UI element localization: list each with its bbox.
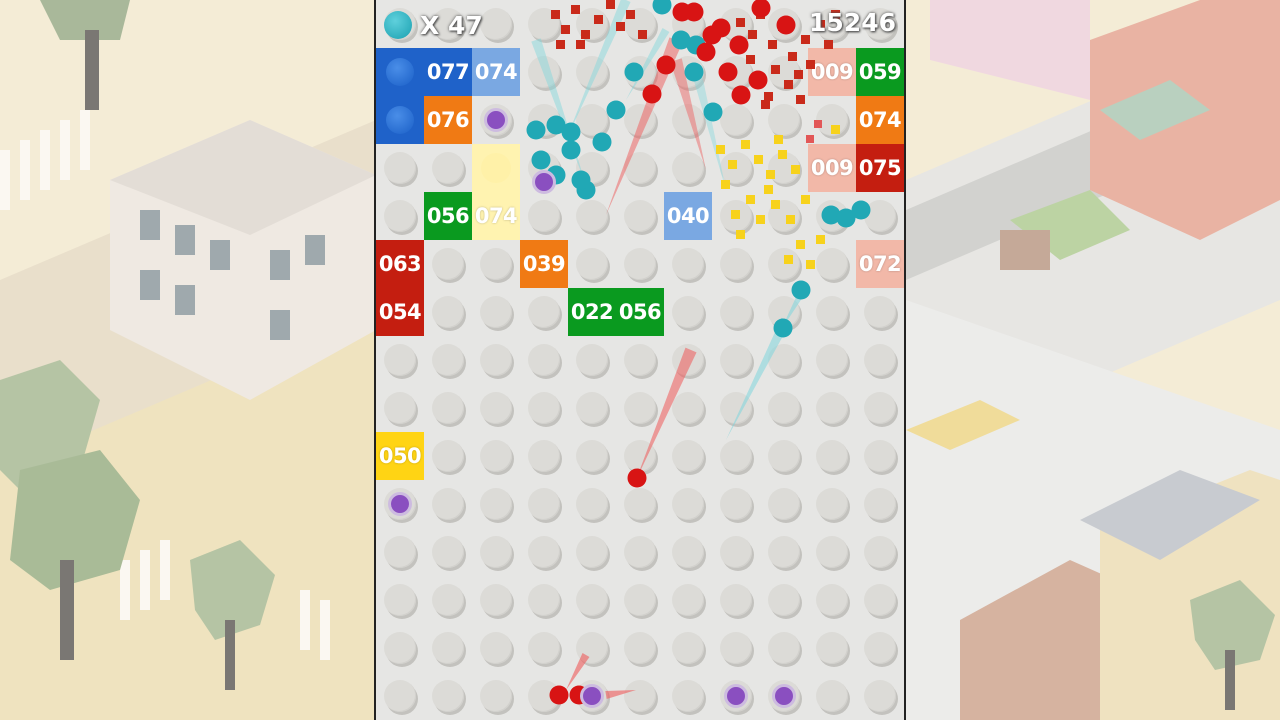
red-ball xyxy=(748,70,768,90)
ball-icon xyxy=(384,11,412,39)
extra-ball-blue-icon xyxy=(386,106,414,134)
purple-orb-icon xyxy=(388,492,412,516)
red-debris xyxy=(594,15,603,24)
teal-ball xyxy=(561,140,581,160)
red-debris xyxy=(571,5,580,14)
purple-orb-icon xyxy=(484,108,508,132)
yellow-debris xyxy=(766,170,775,179)
red-debris xyxy=(746,55,755,64)
teal-ball xyxy=(606,100,626,120)
red-debris xyxy=(551,10,560,19)
red-debris xyxy=(796,95,805,104)
yellow-debris xyxy=(746,195,755,204)
teal-ball xyxy=(684,62,704,82)
red-ball xyxy=(627,468,647,488)
ball-count-label: X 47 xyxy=(420,10,483,40)
red-debris xyxy=(638,30,647,39)
yellow-glow-orb-icon xyxy=(481,153,511,183)
purple-orb-icon xyxy=(724,684,748,708)
red-ball xyxy=(696,42,716,62)
teal-ball xyxy=(773,318,793,338)
yellow-debris xyxy=(784,255,793,264)
red-debris xyxy=(581,30,590,39)
red-ball xyxy=(751,0,771,18)
purple-orb-icon xyxy=(772,684,796,708)
red-ball xyxy=(729,35,749,55)
yellow-debris xyxy=(796,240,805,249)
ball-trail xyxy=(636,347,697,480)
teal-ball xyxy=(526,120,546,140)
red-debris xyxy=(806,135,814,143)
yellow-debris xyxy=(736,230,745,239)
yellow-debris xyxy=(731,210,740,219)
red-debris xyxy=(626,10,635,19)
teal-ball xyxy=(851,200,871,220)
red-ball xyxy=(731,85,751,105)
extra-ball-blue-icon xyxy=(386,58,414,86)
teal-ball xyxy=(791,280,811,300)
red-debris xyxy=(761,100,770,109)
red-ball xyxy=(684,2,704,22)
red-debris xyxy=(576,40,585,49)
red-debris xyxy=(736,18,745,27)
red-ball xyxy=(711,18,731,38)
teal-ball xyxy=(592,132,612,152)
yellow-debris xyxy=(778,150,787,159)
yellow-debris xyxy=(764,185,773,194)
purple-orb-icon xyxy=(580,684,604,708)
red-ball xyxy=(718,62,738,82)
red-debris xyxy=(794,70,803,79)
red-ball xyxy=(642,84,662,104)
red-ball xyxy=(549,685,569,705)
ball-trail xyxy=(605,690,636,699)
red-debris xyxy=(606,0,615,9)
score-display: 15246 xyxy=(809,8,896,37)
teal-ball xyxy=(652,0,672,15)
red-debris xyxy=(556,40,565,49)
teal-ball xyxy=(571,170,591,190)
red-ball xyxy=(656,55,676,75)
teal-ball xyxy=(561,122,581,142)
red-debris xyxy=(784,80,793,89)
yellow-debris xyxy=(756,215,765,224)
ball-trails xyxy=(526,0,871,705)
red-debris xyxy=(748,30,757,39)
yellow-debris xyxy=(774,135,783,144)
red-debris xyxy=(768,40,777,49)
yellow-debris xyxy=(716,145,725,154)
yellow-debris xyxy=(741,140,750,149)
game-board[interactable]: 077 074 009 059 076 074 009 075 056 074 040 063 039 0… xyxy=(376,0,904,720)
yellow-debris xyxy=(831,125,840,134)
teal-ball xyxy=(671,30,691,50)
red-debris xyxy=(824,40,833,49)
yellow-debris xyxy=(754,155,763,164)
teal-ball xyxy=(531,150,551,170)
red-debris xyxy=(561,25,570,34)
red-ball xyxy=(776,15,796,35)
yellow-debris xyxy=(728,160,737,169)
yellow-debris xyxy=(801,195,810,204)
red-debris xyxy=(806,60,815,69)
red-debris xyxy=(788,52,797,61)
purple-orb-icon xyxy=(532,170,556,194)
teal-ball xyxy=(624,62,644,82)
yellow-debris xyxy=(816,235,825,244)
red-debris xyxy=(814,120,822,128)
red-debris xyxy=(771,65,780,74)
yellow-debris xyxy=(721,180,730,189)
yellow-debris xyxy=(791,165,800,174)
yellow-debris xyxy=(786,215,795,224)
red-debris xyxy=(616,22,625,31)
yellow-debris xyxy=(771,200,780,209)
teal-ball xyxy=(703,102,723,122)
ball-counter: X 47 xyxy=(384,8,483,42)
yellow-debris xyxy=(806,260,815,269)
red-debris xyxy=(764,92,773,101)
